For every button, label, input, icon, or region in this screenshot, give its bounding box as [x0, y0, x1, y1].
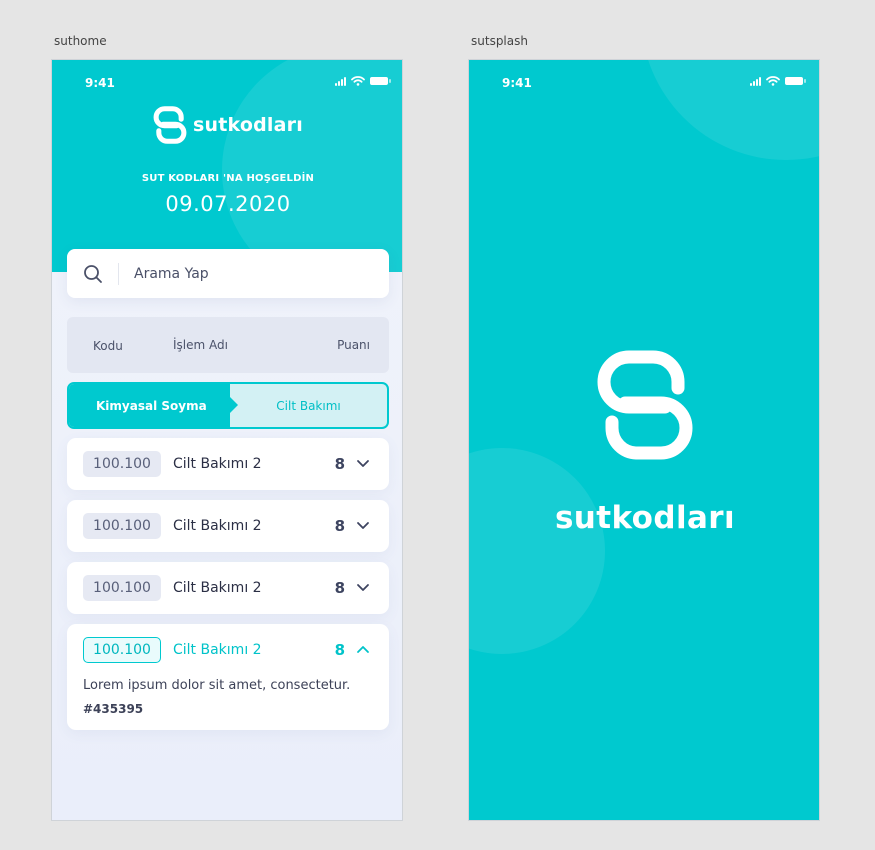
- status-time: 9:41: [502, 76, 532, 90]
- item-description: Lorem ipsum dolor sit amet, consectetur.: [83, 678, 351, 693]
- home-header: 9:41 sutkodları SUT KODLARI 'NA HOŞGELDİ…: [52, 60, 402, 272]
- status-icons: [750, 76, 806, 86]
- list-item[interactable]: 100.100 Cilt Bakımı 2 8: [67, 438, 389, 490]
- item-hash: #435395: [83, 702, 144, 716]
- home-screen: 9:41 sutkodları SUT KODLARI 'NA HOŞGELDİ…: [51, 59, 403, 821]
- splash-brand-name: sutkodları: [554, 500, 736, 536]
- s-logo-icon: [597, 350, 693, 460]
- signal-icon: [335, 76, 346, 86]
- artboard-label-home: suthome: [54, 34, 107, 48]
- code-badge: 100.100: [83, 451, 161, 477]
- item-score: 8: [334, 455, 345, 473]
- item-score: 8: [334, 579, 345, 597]
- item-score: 8: [334, 641, 345, 659]
- item-name: Cilt Bakımı 2: [173, 642, 262, 658]
- splash-decor-circle-bottom: [469, 448, 605, 654]
- tab-cilt-bakimi[interactable]: Cilt Bakımı: [230, 384, 387, 427]
- battery-icon: [370, 77, 391, 85]
- wifi-icon: [766, 76, 780, 86]
- list-item-expanded[interactable]: 100.100 Cilt Bakımı 2 8 Lorem ipsum dolo…: [67, 624, 389, 730]
- signal-icon: [750, 76, 761, 86]
- splash-logo: [469, 340, 819, 470]
- table-header: Kodu İşlem Adı Puanı: [67, 317, 389, 373]
- search-divider: [118, 262, 119, 285]
- item-score: 8: [334, 517, 345, 535]
- battery-icon: [785, 77, 806, 85]
- status-time: 9:41: [85, 76, 115, 90]
- splash-decor-circle-top: [641, 60, 819, 160]
- list-item[interactable]: 100.100 Cilt Bakımı 2 8: [67, 562, 389, 614]
- date-text: 09.07.2020: [165, 192, 291, 216]
- welcome-text: SUT KODLARI 'NA HOŞGELDİN: [141, 173, 315, 184]
- chevron-down-icon[interactable]: [356, 582, 370, 594]
- item-name: Cilt Bakımı 2: [173, 580, 262, 596]
- s-logo-icon: [153, 106, 187, 144]
- search-bar[interactable]: Arama Yap: [67, 249, 389, 298]
- brand-name: sutkodları: [193, 114, 303, 136]
- search-input[interactable]: Arama Yap: [134, 266, 209, 282]
- brand-logo: sutkodları: [52, 104, 402, 146]
- chevron-down-icon[interactable]: [356, 520, 370, 532]
- code-badge: 100.100: [83, 575, 161, 601]
- category-tabs: Kimyasal Soyma Cilt Bakımı: [67, 382, 389, 429]
- tab-kimyasal-soyma[interactable]: Kimyasal Soyma: [69, 384, 238, 427]
- wifi-icon: [351, 76, 365, 86]
- code-badge: 100.100: [83, 513, 161, 539]
- header-decor-circle: [222, 60, 402, 272]
- status-icons: [335, 76, 391, 86]
- list-item[interactable]: 100.100 Cilt Bakımı 2 8: [67, 500, 389, 552]
- chevron-up-icon[interactable]: [356, 644, 370, 656]
- column-header-score: Puanı: [337, 338, 370, 352]
- item-name: Cilt Bakımı 2: [173, 456, 262, 472]
- code-badge: 100.100: [83, 637, 161, 663]
- column-header-name: İşlem Adı: [173, 338, 228, 352]
- search-icon[interactable]: [83, 264, 103, 284]
- chevron-down-icon[interactable]: [356, 458, 370, 470]
- column-header-code: Kodu: [93, 339, 123, 353]
- artboard-label-splash: sutsplash: [471, 34, 528, 48]
- splash-screen: 9:41 sutkodları: [468, 59, 820, 821]
- item-name: Cilt Bakımı 2: [173, 518, 262, 534]
